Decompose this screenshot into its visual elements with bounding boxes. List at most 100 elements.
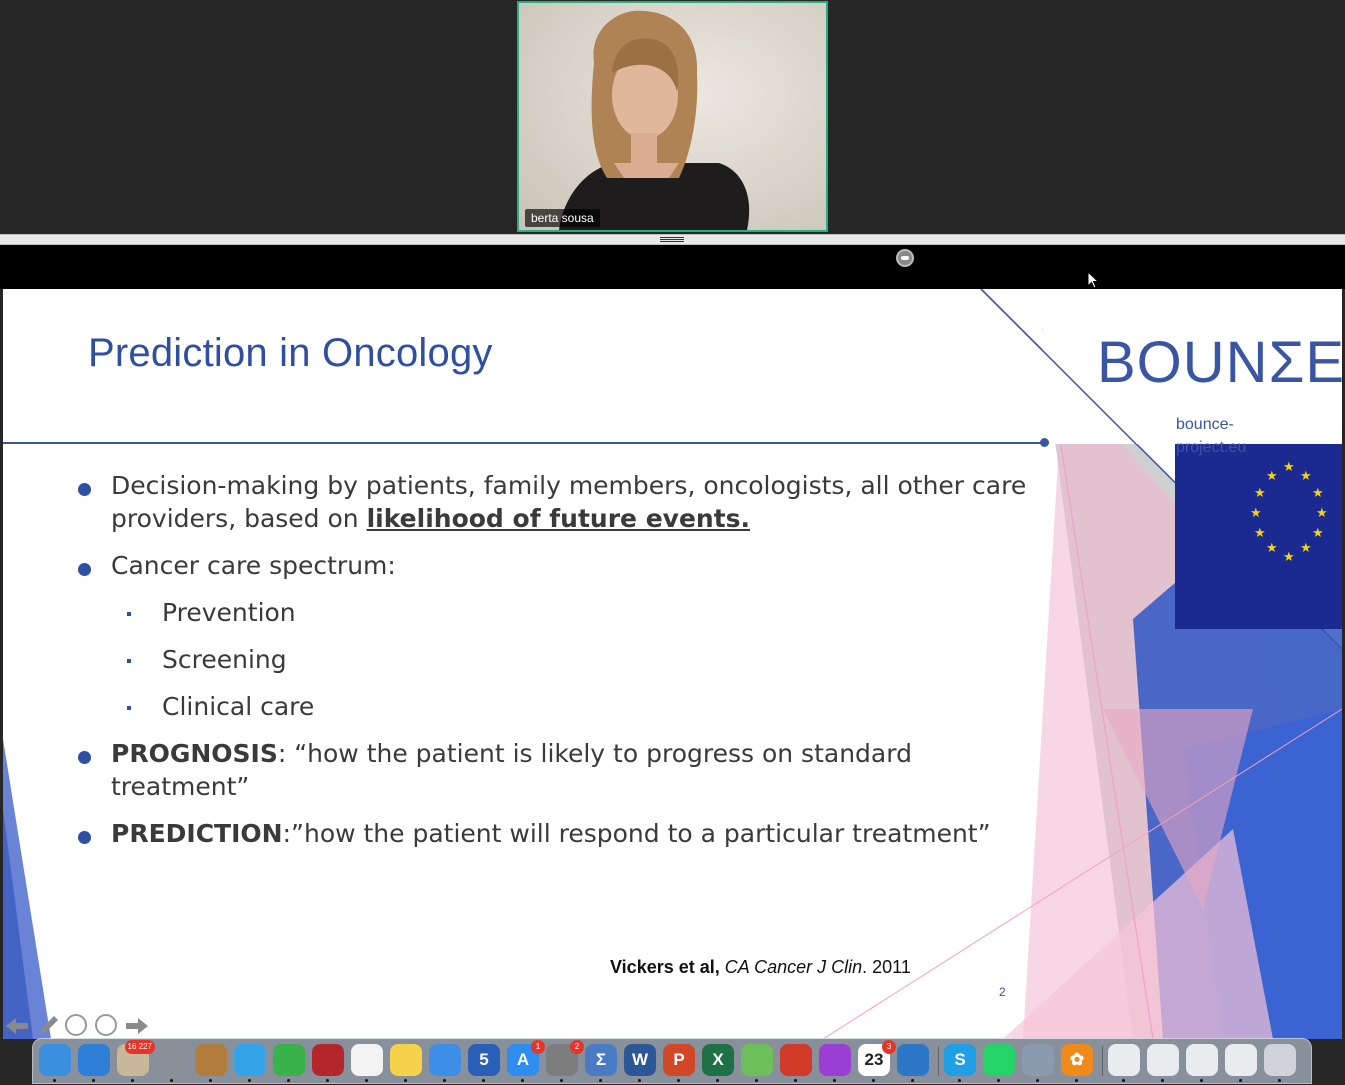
- dock-safari-icon[interactable]: [78, 1044, 110, 1082]
- bullet-cancer-care-spectrum: Cancer care spectrum:: [78, 549, 1038, 582]
- bounce-logo-text: BOUNΣE: [1097, 330, 1342, 395]
- title-divider: [3, 442, 1045, 444]
- dock-calendar-icon[interactable]: 23 3: [858, 1040, 896, 1082]
- pen-tool-icon[interactable]: [36, 1014, 62, 1038]
- dock-spiral-app-icon[interactable]: [897, 1044, 929, 1082]
- dock-word-icon[interactable]: W: [624, 1044, 656, 1082]
- dock-skype-icon[interactable]: S: [944, 1044, 976, 1082]
- running-indicator: [1122, 1079, 1125, 1082]
- bullet-text: Cancer care spectrum:: [111, 551, 396, 580]
- bullet-decision-making: Decision-making by patients, family memb…: [78, 469, 1038, 535]
- running-indicator: [997, 1079, 1000, 1082]
- dock-trash-icon[interactable]: [1264, 1044, 1296, 1082]
- svg-text:★: ★: [1254, 526, 1266, 541]
- eu-stars-icon: ★★★ ★★★ ★★★ ★★★: [1250, 460, 1328, 565]
- splitter-grip-icon[interactable]: [660, 236, 684, 244]
- view-splitter[interactable]: [0, 234, 1345, 245]
- sub-bullet-text: Clinical care: [162, 692, 315, 721]
- citation-year: . 2011: [862, 957, 911, 977]
- participant-name-tag: berta sousa: [525, 209, 600, 227]
- video-gallery-strip: berta sousa: [0, 0, 1345, 234]
- svg-text:★: ★: [1300, 469, 1312, 484]
- running-indicator: [1036, 1079, 1039, 1082]
- running-indicator: [716, 1079, 719, 1082]
- dock-powerpoint-icon[interactable]: P: [663, 1044, 695, 1082]
- dock-flower-app-icon[interactable]: ✿: [1061, 1044, 1093, 1082]
- next-slide-icon[interactable]: [124, 1016, 150, 1036]
- dock-icon-glyph: P: [673, 1050, 685, 1069]
- svg-text:★: ★: [1254, 486, 1266, 501]
- running-indicator: [443, 1079, 446, 1082]
- svg-text:★: ★: [1283, 460, 1295, 475]
- dock-preview-icon[interactable]: 16 227: [117, 1040, 155, 1082]
- dock-contacts-icon[interactable]: [195, 1044, 227, 1082]
- dock-image-capture-icon[interactable]: [1022, 1044, 1054, 1082]
- svg-text:★: ★: [1266, 469, 1278, 484]
- slide-overview-icon[interactable]: [65, 1014, 87, 1036]
- dock-window-4-icon[interactable]: [1225, 1044, 1257, 1082]
- bounce-logo: BOUNΣE: [1093, 309, 1342, 409]
- macos-dock: 16 227 5 A 1 2 Σ W P X 23 3 S ✿: [32, 1038, 1312, 1084]
- dock-math-app-icon[interactable]: Σ: [585, 1044, 617, 1082]
- sub-bullet-clinical-care: Clinical care: [78, 690, 1038, 723]
- dock-badge: 3: [882, 1040, 896, 1054]
- bullet-label: PROGNOSIS: [111, 739, 278, 768]
- running-indicator: [958, 1079, 961, 1082]
- sub-bullet-screening: Screening: [78, 643, 1038, 676]
- dock-multicolor-app-icon[interactable]: [780, 1044, 812, 1082]
- running-indicator: [1239, 1079, 1242, 1082]
- participant-video: [559, 10, 750, 230]
- dock-whatsapp-icon[interactable]: [983, 1044, 1015, 1082]
- dock-messages-icon[interactable]: [234, 1044, 266, 1082]
- presentation-slide: BOUNΣE ★ ★ ★ ★ ★ ★ ★ ★ ★ ★ ★ ★ bounce-project.eu…: [3, 289, 1342, 1039]
- running-indicator: [1161, 1079, 1164, 1082]
- dock-photo-booth-icon[interactable]: [312, 1044, 344, 1082]
- running-indicator: [872, 1079, 875, 1082]
- dock-window-3-icon[interactable]: [1186, 1044, 1218, 1082]
- running-indicator: [92, 1079, 95, 1082]
- running-indicator: [53, 1079, 56, 1082]
- citation-authors: Vickers et al,: [610, 957, 720, 977]
- dock-facetime-icon[interactable]: [273, 1044, 305, 1082]
- sub-bullet-marker-icon: [127, 706, 131, 710]
- bullet-prognosis: PROGNOSIS: “how the patient is likely to…: [78, 737, 1038, 803]
- running-indicator: [287, 1079, 290, 1082]
- running-indicator: [482, 1079, 485, 1082]
- title-divider-dot: [1040, 438, 1049, 447]
- more-options-icon[interactable]: [95, 1014, 117, 1036]
- running-indicator: [326, 1079, 329, 1082]
- bullet-label: PREDICTION: [111, 819, 283, 848]
- dock-keynote-icon[interactable]: [429, 1044, 461, 1082]
- dock-app-store-icon[interactable]: A1: [507, 1040, 545, 1082]
- svg-text:★: ★: [1312, 486, 1324, 501]
- screen-share-options-icon[interactable]: [896, 249, 914, 267]
- dock-system-preferences-icon[interactable]: 2: [546, 1040, 584, 1082]
- running-indicator: [560, 1079, 563, 1082]
- running-indicator: [794, 1079, 797, 1082]
- dock-numbers-5-icon[interactable]: 5: [468, 1044, 500, 1082]
- bullet-dot-icon: [78, 831, 91, 844]
- dock-finder-icon[interactable]: [39, 1044, 71, 1082]
- dock-icon-glyph: S: [954, 1050, 966, 1069]
- previous-slide-icon[interactable]: [4, 1016, 30, 1036]
- dock-icon-glyph: 5: [479, 1050, 489, 1069]
- dock-window-1-icon[interactable]: [1108, 1044, 1140, 1082]
- dock-maps-icon[interactable]: [741, 1044, 773, 1082]
- svg-text:★: ★: [1266, 541, 1278, 556]
- running-indicator: [755, 1079, 758, 1082]
- running-indicator: [404, 1079, 407, 1082]
- participant-video-tile[interactable]: berta sousa: [517, 1, 828, 232]
- dock-photos-icon[interactable]: [351, 1044, 383, 1082]
- dock-badge: 16 227: [124, 1040, 155, 1054]
- dock-podcasts-icon[interactable]: [819, 1044, 851, 1082]
- dock-notes-icon[interactable]: [390, 1044, 422, 1082]
- dock-launchpad-icon[interactable]: [156, 1044, 188, 1082]
- dock-badge: 1: [531, 1040, 545, 1054]
- running-indicator: [599, 1079, 602, 1082]
- running-indicator: [131, 1079, 134, 1082]
- dock-excel-icon[interactable]: X: [702, 1044, 734, 1082]
- shared-screen-top-band: [0, 245, 1345, 289]
- svg-text:★: ★: [1312, 526, 1324, 541]
- dock-window-2-icon[interactable]: [1147, 1044, 1179, 1082]
- bullet-emphasis: likelihood of future events.: [366, 504, 751, 533]
